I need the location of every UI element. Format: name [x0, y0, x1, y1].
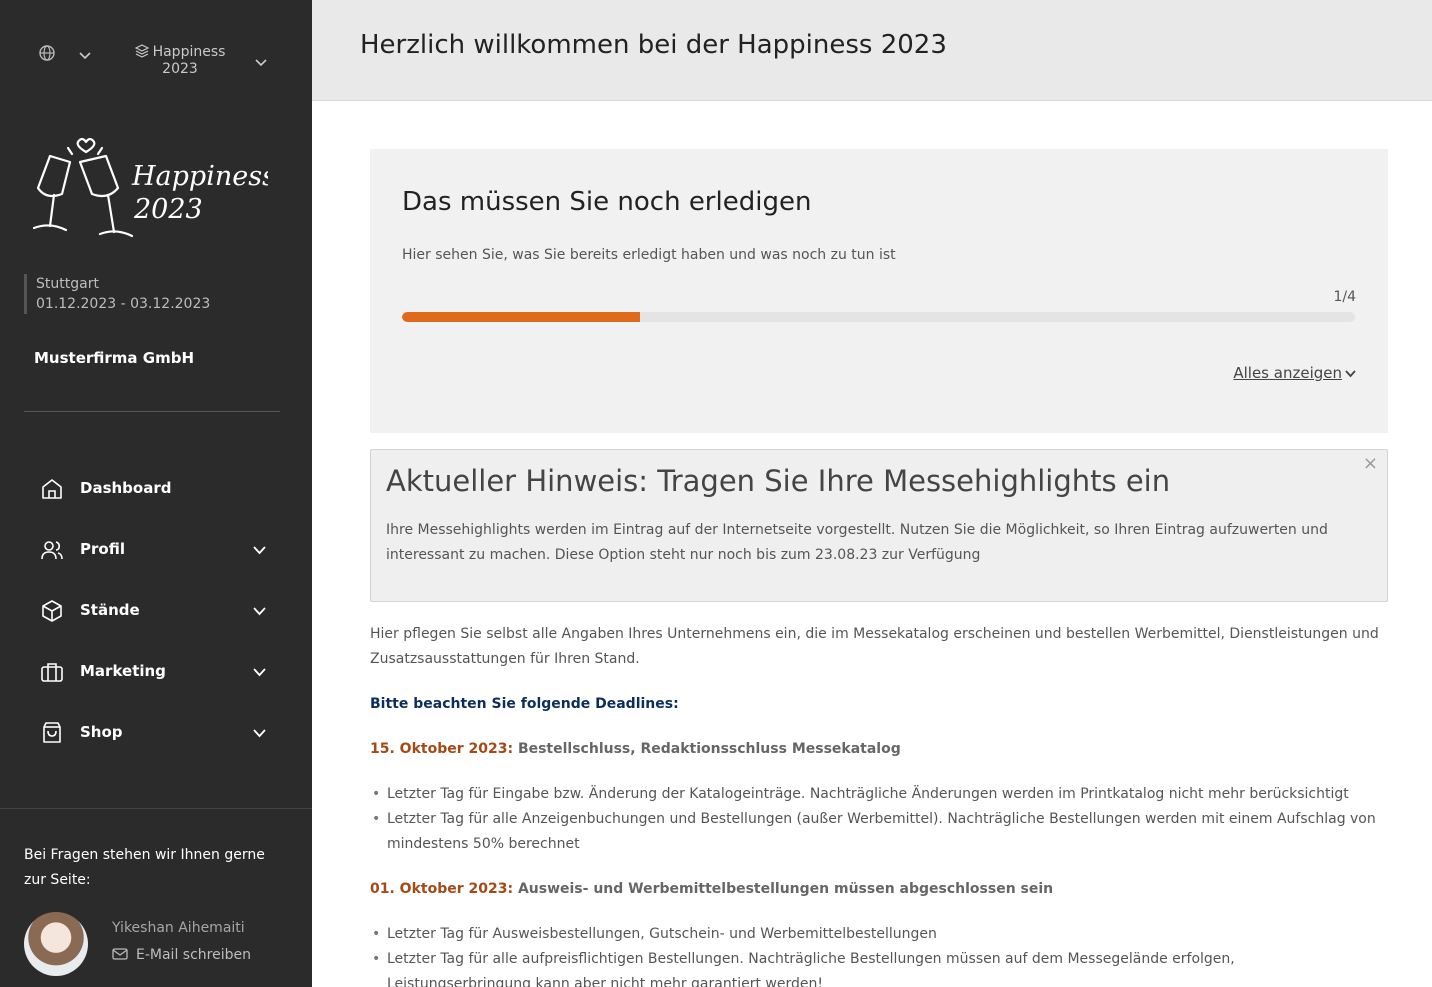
deadline-date: 15. Oktober 2023:	[370, 741, 514, 757]
list-item: Letzter Tag für Ausweisbestellungen, Gut…	[370, 922, 1380, 947]
todo-progress-fill	[402, 312, 641, 322]
notice-box: Aktueller Hinweis: Tragen Sie Ihre Messe…	[370, 449, 1388, 602]
sidebar-item-label: Marketing	[80, 662, 166, 680]
deadline-list: Letzter Tag für Eingabe bzw. Änderung de…	[370, 782, 1380, 857]
sidebar-item-staende[interactable]: Stände	[0, 580, 312, 641]
sidebar-nav: Dashboard Profil Stände Marketing Shop	[0, 458, 312, 763]
avatar	[24, 912, 88, 976]
page-title: Herzlich willkommen bei der Happiness 20…	[360, 30, 947, 60]
close-icon[interactable]: ×	[1363, 453, 1378, 474]
sidebar-divider	[24, 411, 280, 412]
show-all-link[interactable]: Alles anzeigen	[1233, 364, 1342, 382]
deadline-heading: 15. Oktober 2023: Bestellschluss, Redakt…	[370, 737, 1380, 762]
shopping-bag-icon	[43, 722, 61, 743]
deadline-list: Letzter Tag für Ausweisbestellungen, Gut…	[370, 922, 1380, 987]
deadline-date: 01. Oktober 2023:	[370, 881, 514, 897]
deadline-title: Ausweis- und Werbemittelbestellungen müs…	[517, 881, 1054, 897]
email-contact-link[interactable]: E-Mail schreiben	[112, 947, 251, 963]
chevron-down-icon[interactable]	[1345, 370, 1356, 378]
contact-name: Yikeshan Aihemaiti	[112, 920, 245, 936]
list-item: Letzter Tag für alle aufpreisflichtigen …	[370, 947, 1380, 987]
notice-title: Aktueller Hinweis: Tragen Sie Ihre Messe…	[386, 464, 1171, 498]
mail-icon	[112, 948, 128, 960]
help-text: Bei Fragen stehen wir Ihnen gerne zur Se…	[24, 847, 265, 888]
sidebar-item-label: Stände	[80, 601, 140, 619]
sidebar-topbar: Happiness 2023	[0, 0, 312, 110]
company-name: Musterfirma GmbH	[34, 349, 194, 367]
list-item: Letzter Tag für Eingabe bzw. Änderung de…	[370, 782, 1380, 807]
chevron-down-icon	[253, 668, 266, 677]
event-chevron-down-icon[interactable]	[255, 59, 267, 67]
users-icon	[41, 541, 63, 560]
event-info: Stuttgart 01.12.2023 - 03.12.2023	[24, 274, 210, 314]
sidebar-item-shop[interactable]: Shop	[0, 702, 312, 763]
logo-text-line2: 2023	[133, 194, 203, 225]
sidebar-footer-divider	[0, 808, 312, 809]
sidebar-item-dashboard[interactable]: Dashboard	[0, 458, 312, 519]
sidebar-item-profil[interactable]: Profil	[0, 519, 312, 580]
event-dates: 01.12.2023 - 03.12.2023	[36, 296, 211, 312]
sidebar-item-label: Profil	[80, 540, 125, 558]
list-item: Letzter Tag für alle Anzeigenbuchungen u…	[370, 807, 1380, 857]
home-icon	[42, 479, 62, 499]
todo-title: Das müssen Sie noch erledigen	[402, 187, 812, 217]
language-chevron-down-icon[interactable]	[79, 52, 91, 60]
todo-progress-bar	[402, 312, 1355, 322]
chevron-down-icon	[253, 546, 266, 555]
event-selector-label-line2: 2023	[162, 61, 198, 77]
chevron-down-icon	[253, 729, 266, 738]
happiness-logo: Happiness 2023	[32, 137, 268, 238]
page-header: Herzlich willkommen bei der Happiness 20…	[312, 0, 1432, 101]
briefcase-icon	[41, 663, 63, 682]
logo-text-line1: Happiness	[131, 161, 268, 192]
intro-text: Hier pflegen Sie selbst alle Angaben Ihr…	[370, 626, 1379, 667]
intro-content: Hier pflegen Sie selbst alle Angaben Ihr…	[370, 622, 1380, 987]
event-city: Stuttgart	[36, 276, 99, 292]
deadline-title: Bestellschluss, Redaktionsschluss Messek…	[517, 741, 901, 757]
event-selector-label-line1: Happiness	[152, 44, 226, 60]
sidebar: Happiness 2023 Happiness 2023 Stuttgart …	[0, 0, 312, 987]
globe-icon[interactable]	[38, 44, 56, 62]
main-content: Herzlich willkommen bei der Happiness 20…	[312, 0, 1432, 987]
sidebar-item-marketing[interactable]: Marketing	[0, 641, 312, 702]
box-icon	[42, 600, 62, 622]
todo-subtitle: Hier sehen Sie, was Sie bereits erledigt…	[402, 247, 896, 263]
event-selector[interactable]: Happiness 2023	[132, 44, 228, 78]
notice-body: Ihre Messehighlights werden im Eintrag a…	[386, 522, 1328, 563]
todo-progress-count: 1/4	[1333, 289, 1356, 305]
layers-icon	[134, 44, 149, 58]
chevron-down-icon	[253, 607, 266, 616]
sidebar-item-label: Shop	[80, 723, 123, 741]
todo-panel: Das müssen Sie noch erledigen Hier sehen…	[370, 149, 1388, 433]
deadline-heading: 01. Oktober 2023: Ausweis- und Werbemitt…	[370, 877, 1380, 902]
sidebar-item-label: Dashboard	[80, 479, 172, 497]
deadlines-heading: Bitte beachten Sie folgende Deadlines:	[370, 696, 679, 712]
email-contact-label: E-Mail schreiben	[136, 947, 251, 963]
